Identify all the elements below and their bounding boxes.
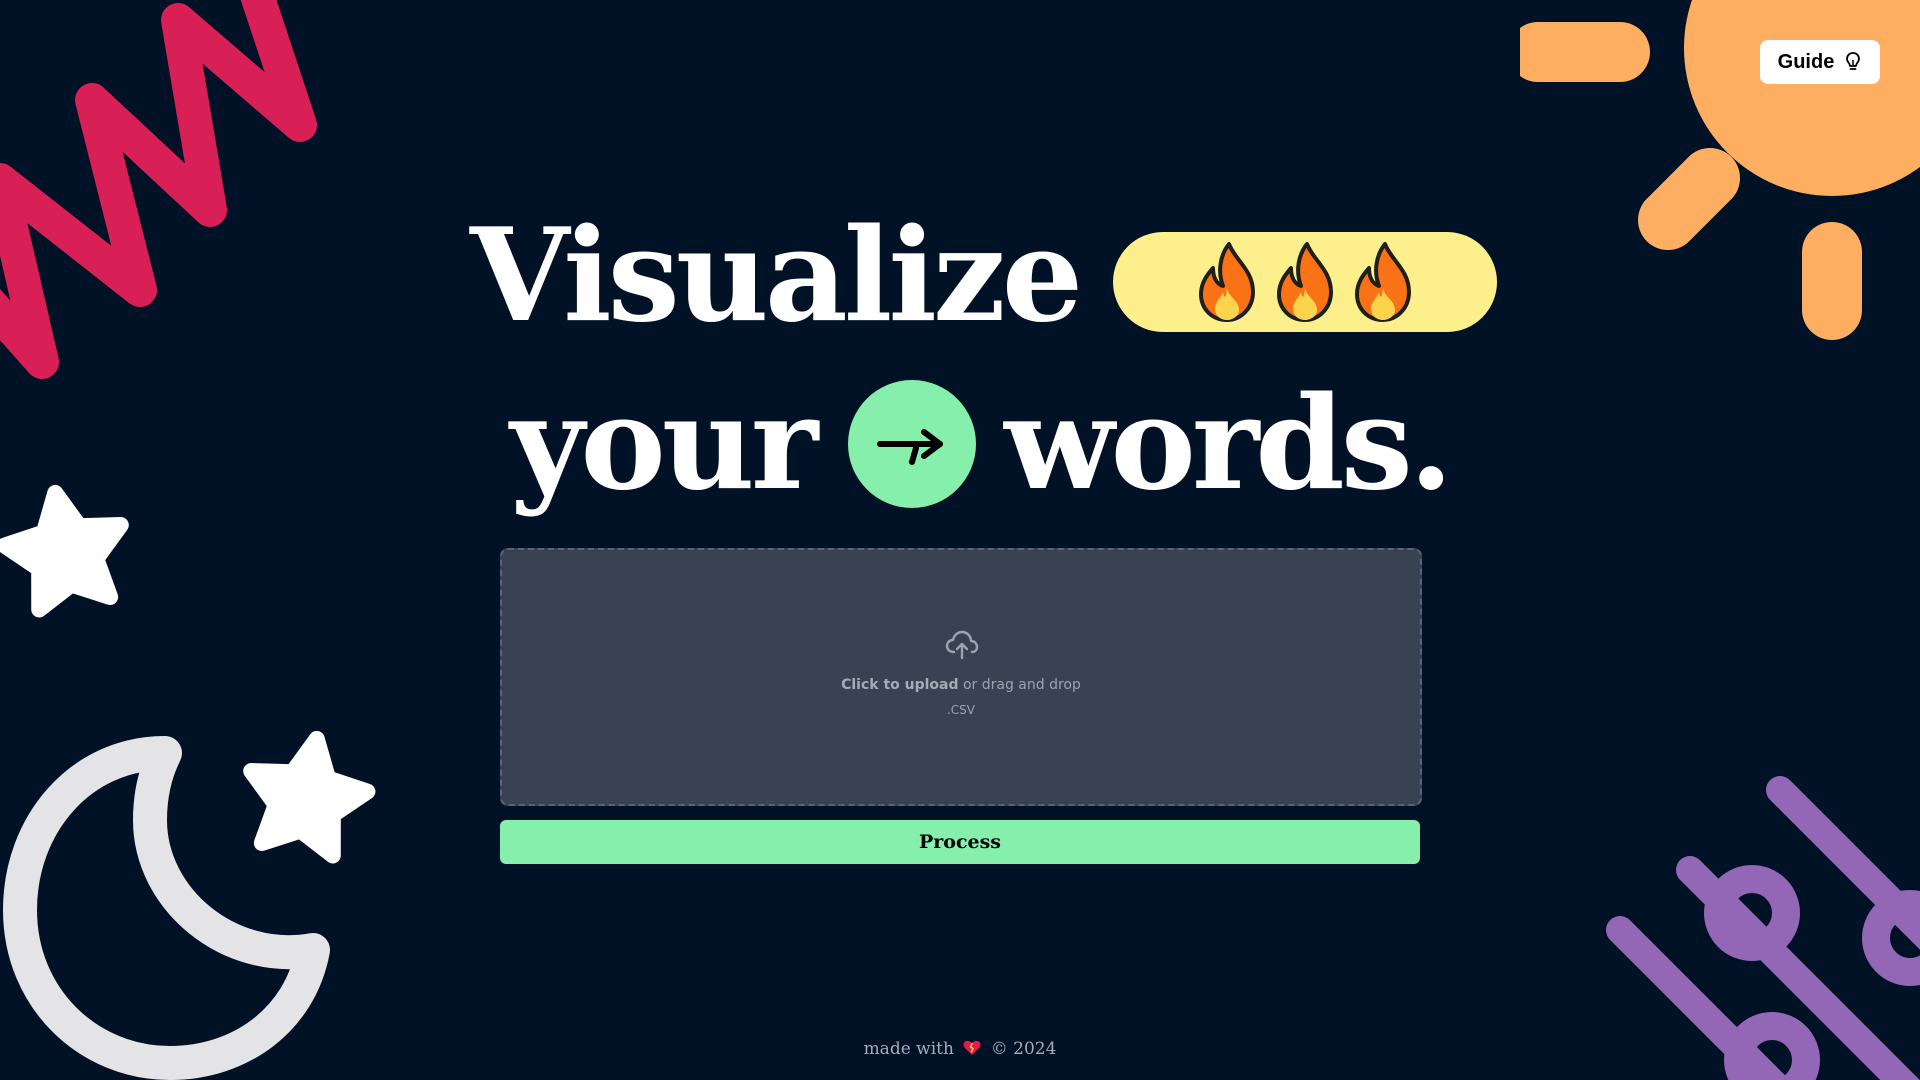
zigzag-decoration (0, 0, 317, 379)
star-icon (243, 730, 376, 864)
footer-copyright: © 2024 (990, 1039, 1057, 1059)
arrow-circle (848, 380, 977, 508)
lightbulb-icon (1846, 52, 1861, 70)
star-icon (0, 484, 129, 618)
headline-word-words: words. (1004, 369, 1453, 519)
headline-word-your: your (510, 369, 818, 519)
footer: made with © 2024 (0, 1039, 1920, 1059)
file-dropzone[interactable]: Click to upload or drag and drop .CSV (500, 548, 1422, 806)
heart-icon (963, 1040, 981, 1055)
headline-word-visualize: Visualize (470, 201, 1083, 351)
footer-made-with: made with (863, 1039, 954, 1059)
fire-icon (1199, 242, 1256, 322)
arrow-right-icon (877, 429, 944, 465)
moon-icon (3, 736, 330, 1080)
fire-icon (1355, 242, 1412, 322)
sliders-icon (1606, 776, 1920, 1080)
guide-button[interactable]: Guide (1760, 40, 1880, 84)
fire-pill (1113, 232, 1498, 332)
fire-icon (1277, 242, 1334, 322)
guide-label: Guide (1777, 50, 1835, 73)
process-button[interactable]: Process (500, 820, 1420, 864)
